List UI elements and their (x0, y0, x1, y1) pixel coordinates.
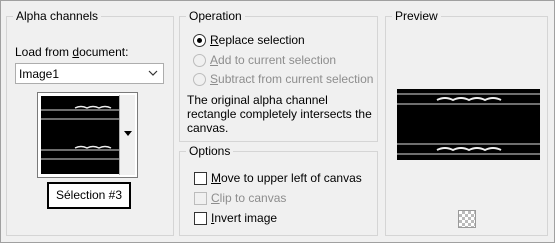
checkerboard-icon[interactable] (458, 210, 476, 228)
radio-button[interactable] (193, 53, 206, 67)
add-to-selection-label: Add to current selection (210, 53, 337, 67)
alpha-channel-image (41, 96, 121, 174)
alpha-channel-thumbnail[interactable] (37, 92, 138, 178)
operation-title: Operation (186, 9, 245, 23)
invert-image-checkbox[interactable]: Invert image (194, 211, 277, 225)
checkbox[interactable] (194, 171, 207, 185)
radio-button[interactable] (193, 72, 206, 86)
checkbox[interactable] (194, 191, 207, 205)
clip-to-canvas-checkbox[interactable]: Clip to canvas (194, 191, 286, 205)
replace-selection-radio[interactable]: Replace selection (193, 33, 305, 47)
clip-to-canvas-label: Clip to canvas (211, 191, 287, 205)
dropdown-arrow-icon (124, 131, 132, 136)
options-title: Options (186, 144, 234, 158)
document-select-value: Image1 (19, 67, 60, 81)
preview-graphic (397, 93, 540, 155)
subtract-from-selection-radio[interactable]: Subtract from current selection (193, 72, 373, 86)
add-to-selection-radio[interactable]: Add to current selection (193, 53, 336, 67)
alpha-channel-graphic (41, 105, 121, 160)
chevron-down-icon (148, 70, 158, 76)
operation-description: The original alpha channel rectangle com… (187, 93, 372, 135)
selection-name-button[interactable]: Sélection #3 (47, 182, 131, 209)
load-from-document-label: Load from document: (15, 45, 129, 59)
alpha-channels-title: Alpha channels (13, 9, 102, 23)
subtract-from-selection-label: Subtract from current selection (210, 72, 374, 86)
radio-button[interactable] (193, 33, 206, 47)
move-to-upper-left-checkbox[interactable]: Move to upper left of canvas (194, 171, 362, 185)
preview-title: Preview (392, 9, 441, 23)
thumbnail-dropdown-button[interactable] (119, 95, 135, 175)
checkbox[interactable] (194, 211, 207, 225)
replace-selection-label: Replace selection (210, 33, 305, 47)
move-to-upper-left-label: Move to upper left of canvas (211, 171, 362, 185)
preview-image (397, 89, 540, 160)
invert-image-label: Invert image (211, 211, 278, 225)
document-select[interactable]: Image1 (15, 63, 164, 84)
